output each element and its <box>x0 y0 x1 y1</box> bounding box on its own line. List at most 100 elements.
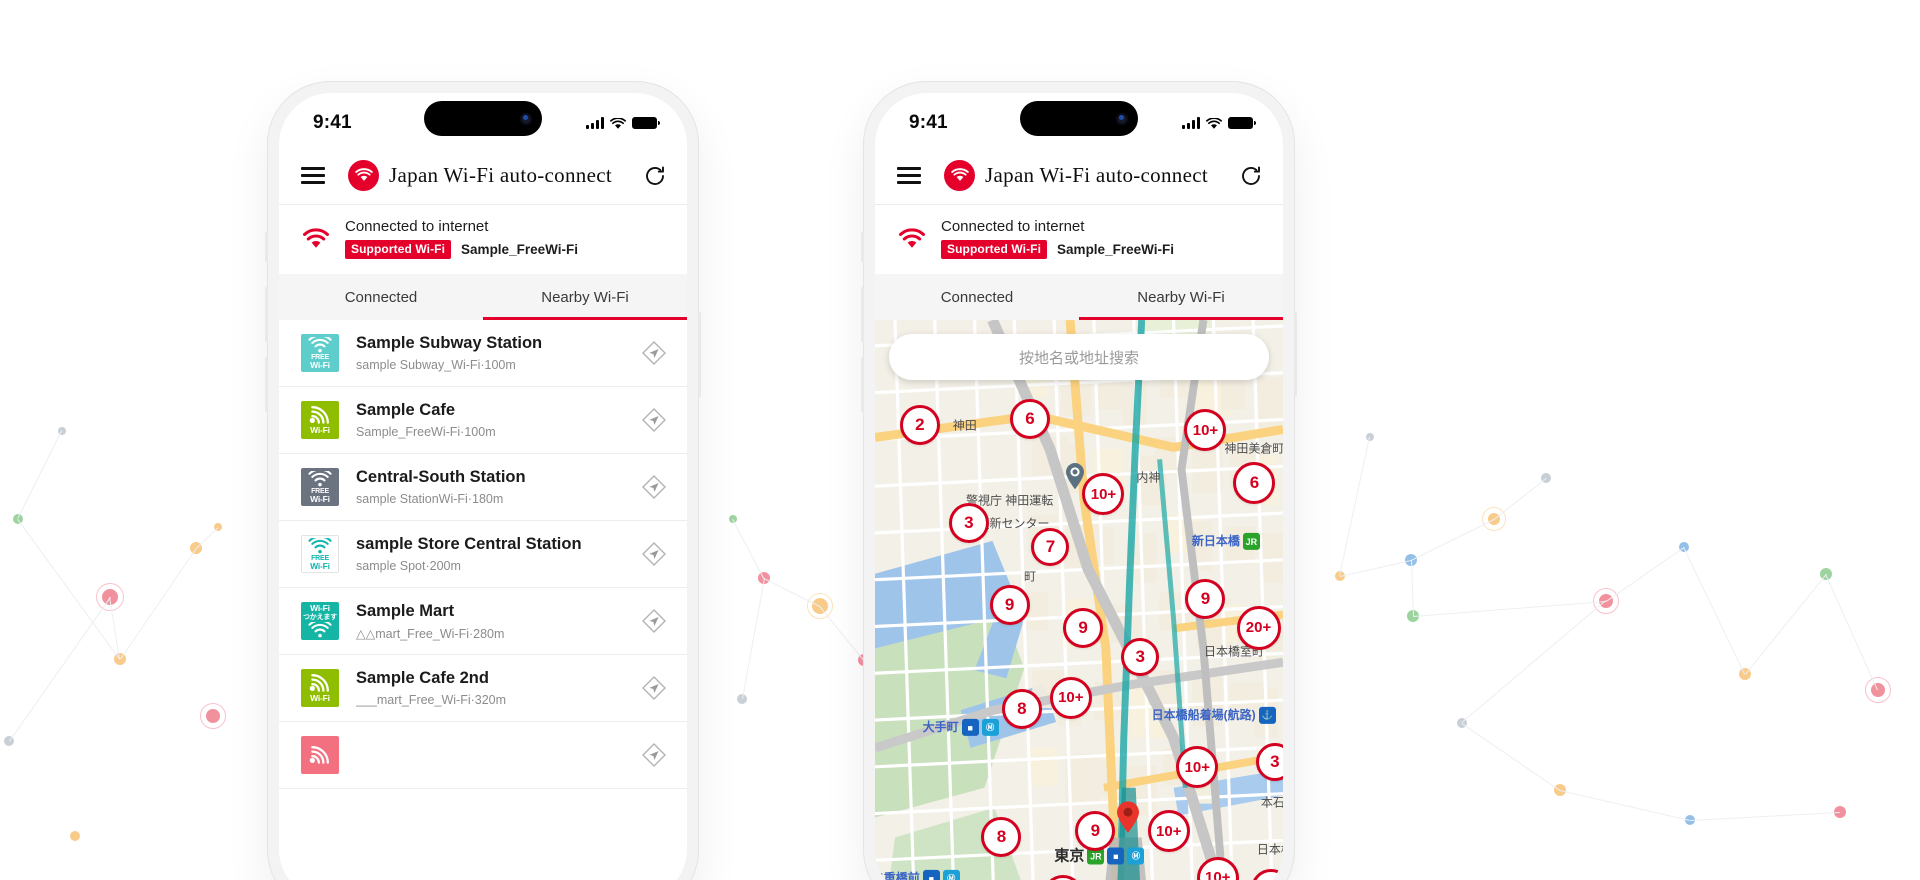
map-search-input[interactable]: 按地名或地址搜索 <box>889 334 1269 380</box>
decorative-connector-line <box>819 606 864 661</box>
navigate-arrow-icon[interactable] <box>641 608 667 634</box>
refresh-icon[interactable] <box>643 164 667 188</box>
navigate-arrow-icon[interactable] <box>641 742 667 768</box>
decorative-connector-line <box>9 597 111 742</box>
map-cluster-marker[interactable]: 9 <box>1063 607 1104 648</box>
wifi-item-meta <box>356 753 624 758</box>
navigate-arrow-icon[interactable] <box>641 675 667 701</box>
volume-up-button[interactable] <box>265 287 268 342</box>
navigate-arrow-icon[interactable] <box>641 541 667 567</box>
map-cluster-marker[interactable]: 3 <box>948 503 989 544</box>
tab-bar-left: Connected Nearby Wi-Fi <box>279 274 687 320</box>
tab-nearby-wifi[interactable]: Nearby Wi-Fi <box>483 274 687 320</box>
mute-switch-right[interactable] <box>861 232 864 262</box>
decorative-dot <box>70 831 80 841</box>
tab-bar-right: Connected Nearby Wi-Fi <box>875 274 1283 320</box>
mute-switch[interactable] <box>265 232 268 262</box>
wifi-item-detail: sample Subway_Wi-Fi·100m <box>356 358 516 372</box>
map-cluster-marker[interactable]: 10+ <box>1184 409 1227 452</box>
map-cluster-marker[interactable]: 9 <box>1075 811 1116 852</box>
status-bar: 9:41 <box>279 93 687 147</box>
map-cluster-marker[interactable]: 8 <box>1001 689 1042 730</box>
connection-text: Connected to internet Supported Wi-Fi Sa… <box>345 218 578 259</box>
wifi-item-name: Sample Mart <box>356 601 455 620</box>
refresh-icon-right[interactable] <box>1239 164 1263 188</box>
map-cluster-marker[interactable]: 20+ <box>1236 605 1281 650</box>
volume-up-button-right[interactable] <box>861 287 864 342</box>
wifi-list-item[interactable]: FREE Wi-Fi sample Store Central Station … <box>279 521 687 588</box>
wifi-item-detail: sample Spot·200m <box>356 559 461 573</box>
wifi-list-item[interactable] <box>279 722 687 789</box>
decorative-connector-line <box>763 578 820 607</box>
map-cluster-marker[interactable]: 8 <box>981 817 1022 858</box>
wifi-item-meta: sample Store Central Station sample Spot… <box>356 535 624 573</box>
decorative-connector-line <box>1411 559 1414 616</box>
volume-down-button[interactable] <box>265 357 268 412</box>
tab-connected-right[interactable]: Connected <box>875 274 1079 320</box>
japan-wifi-logo-icon-right <box>944 160 976 191</box>
decorative-connector-line <box>742 578 765 700</box>
navigate-arrow-icon[interactable] <box>641 340 667 366</box>
map-cluster-marker[interactable]: 9 <box>989 584 1030 625</box>
power-button[interactable] <box>698 312 701 397</box>
wifi-list-item[interactable]: Wi-Fi Sample Cafe 2nd ___mart_Free_Wi-Fi… <box>279 655 687 722</box>
volume-down-button-right[interactable] <box>861 357 864 412</box>
hamburger-menu-icon-right[interactable] <box>897 167 921 184</box>
decorative-connector-line <box>1825 574 1878 691</box>
decorative-connector-line <box>1559 790 1690 821</box>
navigate-arrow-icon[interactable] <box>641 407 667 433</box>
decorative-connector-line <box>1339 436 1370 576</box>
dynamic-island-right <box>1020 101 1138 136</box>
map-cluster-marker[interactable]: 10+ <box>1176 746 1219 789</box>
wifi-item-meta: Sample Subway Station sample Subway_Wi-F… <box>356 334 624 372</box>
decorative-connector-line <box>1413 601 1607 617</box>
navigate-arrow-icon[interactable] <box>641 474 667 500</box>
connection-status-text-right: Connected to internet <box>941 218 1085 235</box>
connection-banner-right: Connected to internet Supported Wi-Fi Sa… <box>875 205 1283 274</box>
wifi-spot-list: FREE Wi-Fi Sample Subway Station sample … <box>279 320 687 789</box>
decorative-connector-line <box>1494 478 1547 520</box>
wifi-item-name: sample Store Central Station <box>356 535 582 553</box>
decorative-connector-line <box>1461 600 1606 723</box>
phone-right: 9:41 Japan Wi-Fi auto-connect Connected … <box>861 82 1297 880</box>
map-cluster-marker[interactable]: 2 <box>899 404 940 445</box>
power-button-right[interactable] <box>1294 312 1297 397</box>
app-brand: Japan Wi-Fi auto-connect <box>331 160 629 191</box>
map-cluster-marker[interactable]: 10+ <box>1049 676 1092 719</box>
map-cluster-marker[interactable]: 7 <box>1031 527 1070 566</box>
map-view[interactable]: 神田 内神 神田美倉町 警視庁 神田運転 免許更新センター 新日本橋 JR 町大手町 ■ Ⓜ 日本橋… <box>875 320 1283 880</box>
wifi-item-detail: △△mart_Free_Wi-Fi·280m <box>356 626 505 641</box>
map-cluster-marker[interactable]: 3 <box>1121 637 1160 676</box>
tab-nearby-wifi-right[interactable]: Nearby Wi-Fi <box>1079 274 1283 320</box>
status-indicators <box>586 116 660 130</box>
wifi-item-name: Sample Cafe <box>356 401 456 419</box>
tab-connected[interactable]: Connected <box>279 274 483 320</box>
wifi-item-name: Central-South Station <box>356 468 526 486</box>
connected-ssid: Sample_FreeWi-Fi <box>461 242 578 257</box>
decorative-connector-line <box>1745 574 1827 675</box>
wifi-list-item[interactable]: FREE Wi-Fi Central-South Station sample … <box>279 454 687 521</box>
wifi-item-name: Sample Subway Station <box>356 334 543 352</box>
connection-ssid-row: Supported Wi-Fi Sample_FreeWi-Fi <box>345 240 578 259</box>
app-title: Japan Wi-Fi auto-connect <box>389 163 612 187</box>
status-badge: Supported Wi-Fi <box>345 240 452 259</box>
battery-icon <box>632 116 660 130</box>
wifi-list-item[interactable]: FREE Wi-Fi Sample Subway Station sample … <box>279 320 687 387</box>
decorative-connector-line <box>732 519 764 579</box>
decorative-ring <box>1865 677 1891 703</box>
decorative-connector-line <box>1690 812 1841 821</box>
map-cluster-marker[interactable]: 10+ <box>1082 473 1125 516</box>
free-wifi-white-icon: FREE Wi-Fi <box>301 535 339 573</box>
map-cluster-marker[interactable]: 9 <box>1185 578 1226 619</box>
map-cluster-marker[interactable]: 10+ <box>1147 810 1190 853</box>
wifi-green-icon: Wi-Fi <box>301 401 339 439</box>
map-cluster-marker[interactable]: 6 <box>1233 461 1276 504</box>
wifi-teal-icon: Wi-Fi つかえます <box>301 602 339 640</box>
wifi-list-item[interactable]: Wi-Fi つかえます Sample Mart △△mart_Free_Wi-F… <box>279 588 687 655</box>
wifi-list-item[interactable]: Wi-Fi Sample Cafe Sample_FreeWi-Fi·100m <box>279 387 687 454</box>
wifi-item-meta: Central-South Station sample StationWi-F… <box>356 468 624 506</box>
map-cluster-marker[interactable]: 6 <box>1010 398 1051 439</box>
decorative-ring <box>200 703 226 729</box>
cellular-signal-icon <box>586 117 604 129</box>
hamburger-menu-icon[interactable] <box>301 167 325 184</box>
